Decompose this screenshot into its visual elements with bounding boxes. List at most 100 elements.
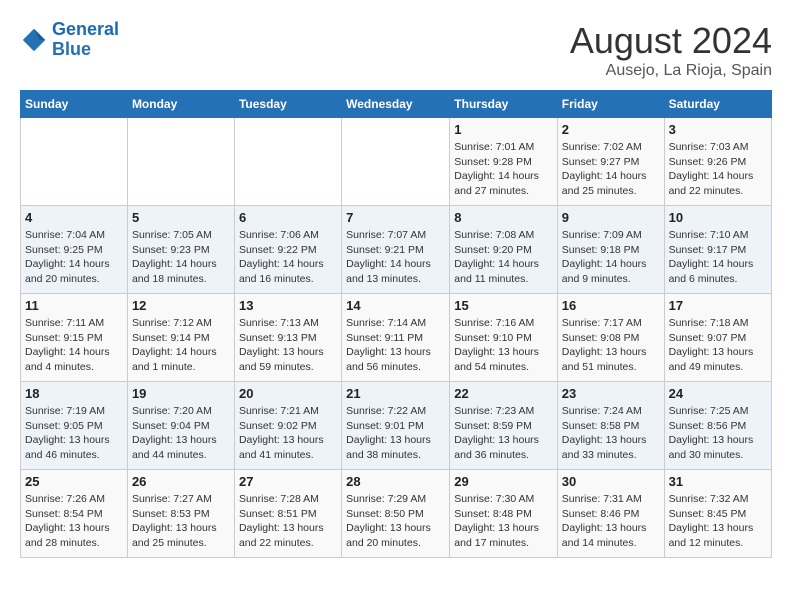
calendar-cell: 23 Sunrise: 7:24 AM Sunset: 8:58 PM Dayli…: [557, 382, 664, 470]
day-number: 28: [346, 474, 445, 489]
day-info: Sunrise: 7:10 AM Sunset: 9:17 PM Dayligh…: [669, 228, 767, 287]
day-number: 9: [562, 210, 660, 225]
weekday-header-sunday: Sunday: [21, 91, 128, 118]
weekday-header-friday: Friday: [557, 91, 664, 118]
day-number: 17: [669, 298, 767, 313]
day-info: Sunrise: 7:07 AM Sunset: 9:21 PM Dayligh…: [346, 228, 445, 287]
day-info: Sunrise: 7:08 AM Sunset: 9:20 PM Dayligh…: [454, 228, 553, 287]
day-info: Sunrise: 7:23 AM Sunset: 8:59 PM Dayligh…: [454, 404, 553, 463]
calendar-cell: [342, 118, 450, 206]
day-number: 18: [25, 386, 123, 401]
calendar-cell: 30Sunrise: 7:31 AM Sunset: 8:46 PM Dayli…: [557, 470, 664, 558]
calendar-cell: 19 Sunrise: 7:20 AM Sunset: 9:04 PM Dayli…: [127, 382, 234, 470]
day-number: 24: [669, 386, 767, 401]
day-info: Sunrise: 7:21 AM Sunset: 9:02 PM Dayligh…: [239, 404, 337, 463]
day-number: 31: [669, 474, 767, 489]
calendar-cell: [234, 118, 341, 206]
day-number: 8: [454, 210, 553, 225]
calendar-cell: 26 Sunrise: 7:27 AM Sunset: 8:53 PM Dayli…: [127, 470, 234, 558]
day-info: Sunrise: 7:14 AM Sunset: 9:11 PM Dayligh…: [346, 316, 445, 375]
day-number: 20: [239, 386, 337, 401]
day-number: 7: [346, 210, 445, 225]
calendar-cell: 7 Sunrise: 7:07 AM Sunset: 9:21 PM Daylig…: [342, 206, 450, 294]
calendar-cell: 11Sunrise: 7:11 AM Sunset: 9:15 PM Dayli…: [21, 294, 128, 382]
calendar-cell: 29 Sunrise: 7:30 AM Sunset: 8:48 PM Dayli…: [450, 470, 558, 558]
calendar-cell: 10 Sunrise: 7:10 AM Sunset: 9:17 PM Dayli…: [664, 206, 771, 294]
day-info: Sunrise: 7:29 AM Sunset: 8:50 PM Dayligh…: [346, 492, 445, 551]
day-number: 19: [132, 386, 230, 401]
day-number: 1: [454, 122, 553, 137]
day-number: 22: [454, 386, 553, 401]
day-info: Sunrise: 7:19 AM Sunset: 9:05 PM Dayligh…: [25, 404, 123, 463]
day-info: Sunrise: 7:11 AM Sunset: 9:15 PM Dayligh…: [25, 316, 123, 375]
day-info: Sunrise: 7:09 AM Sunset: 9:18 PM Dayligh…: [562, 228, 660, 287]
day-info: Sunrise: 7:01 AM Sunset: 9:28 PM Dayligh…: [454, 140, 553, 199]
calendar-cell: 8 Sunrise: 7:08 AM Sunset: 9:20 PM Daylig…: [450, 206, 558, 294]
day-number: 5: [132, 210, 230, 225]
day-info: Sunrise: 7:03 AM Sunset: 9:26 PM Dayligh…: [669, 140, 767, 199]
day-number: 12: [132, 298, 230, 313]
weekday-header-saturday: Saturday: [664, 91, 771, 118]
day-info: Sunrise: 7:13 AM Sunset: 9:13 PM Dayligh…: [239, 316, 337, 375]
calendar-cell: [21, 118, 128, 206]
day-info: Sunrise: 7:16 AM Sunset: 9:10 PM Dayligh…: [454, 316, 553, 375]
day-info: Sunrise: 7:31 AM Sunset: 8:46 PM Dayligh…: [562, 492, 660, 551]
calendar-cell: 28 Sunrise: 7:29 AM Sunset: 8:50 PM Dayli…: [342, 470, 450, 558]
calendar-cell: 2Sunrise: 7:02 AM Sunset: 9:27 PM Daylig…: [557, 118, 664, 206]
day-number: 16: [562, 298, 660, 313]
calendar-cell: 17 Sunrise: 7:18 AM Sunset: 9:07 PM Dayli…: [664, 294, 771, 382]
calendar-cell: 14 Sunrise: 7:14 AM Sunset: 9:11 PM Dayli…: [342, 294, 450, 382]
day-info: Sunrise: 7:06 AM Sunset: 9:22 PM Dayligh…: [239, 228, 337, 287]
calendar-cell: 15Sunrise: 7:16 AM Sunset: 9:10 PM Dayli…: [450, 294, 558, 382]
day-number: 29: [454, 474, 553, 489]
calendar-cell: 12 Sunrise: 7:12 AM Sunset: 9:14 PM Dayli…: [127, 294, 234, 382]
calendar-cell: 3 Sunrise: 7:03 AM Sunset: 9:26 PM Daylig…: [664, 118, 771, 206]
month-title: August 2024: [570, 20, 772, 62]
logo: General Blue: [20, 20, 119, 60]
day-info: Sunrise: 7:17 AM Sunset: 9:08 PM Dayligh…: [562, 316, 660, 375]
day-number: 23: [562, 386, 660, 401]
day-number: 10: [669, 210, 767, 225]
calendar-cell: 9 Sunrise: 7:09 AM Sunset: 9:18 PM Daylig…: [557, 206, 664, 294]
day-number: 6: [239, 210, 337, 225]
day-info: Sunrise: 7:20 AM Sunset: 9:04 PM Dayligh…: [132, 404, 230, 463]
day-info: Sunrise: 7:24 AM Sunset: 8:58 PM Dayligh…: [562, 404, 660, 463]
day-number: 4: [25, 210, 123, 225]
calendar-cell: 5 Sunrise: 7:05 AM Sunset: 9:23 PM Daylig…: [127, 206, 234, 294]
weekday-header-wednesday: Wednesday: [342, 91, 450, 118]
calendar-week-3: 11Sunrise: 7:11 AM Sunset: 9:15 PM Dayli…: [21, 294, 772, 382]
weekday-header-monday: Monday: [127, 91, 234, 118]
day-info: Sunrise: 7:05 AM Sunset: 9:23 PM Dayligh…: [132, 228, 230, 287]
calendar-cell: 20 Sunrise: 7:21 AM Sunset: 9:02 PM Dayli…: [234, 382, 341, 470]
day-number: 14: [346, 298, 445, 313]
calendar-cell: 27Sunrise: 7:28 AM Sunset: 8:51 PM Dayli…: [234, 470, 341, 558]
day-number: 26: [132, 474, 230, 489]
logo-icon: [20, 26, 48, 54]
calendar-cell: [127, 118, 234, 206]
day-info: Sunrise: 7:30 AM Sunset: 8:48 PM Dayligh…: [454, 492, 553, 551]
calendar-cell: 13 Sunrise: 7:13 AM Sunset: 9:13 PM Dayli…: [234, 294, 341, 382]
day-info: Sunrise: 7:02 AM Sunset: 9:27 PM Dayligh…: [562, 140, 660, 199]
day-info: Sunrise: 7:12 AM Sunset: 9:14 PM Dayligh…: [132, 316, 230, 375]
calendar-cell: 22 Sunrise: 7:23 AM Sunset: 8:59 PM Dayli…: [450, 382, 558, 470]
weekday-header-tuesday: Tuesday: [234, 91, 341, 118]
calendar-cell: 24 Sunrise: 7:25 AM Sunset: 8:56 PM Dayli…: [664, 382, 771, 470]
day-number: 13: [239, 298, 337, 313]
day-number: 3: [669, 122, 767, 137]
day-number: 25: [25, 474, 123, 489]
day-info: Sunrise: 7:18 AM Sunset: 9:07 PM Dayligh…: [669, 316, 767, 375]
calendar-cell: 16 Sunrise: 7:17 AM Sunset: 9:08 PM Dayli…: [557, 294, 664, 382]
calendar-cell: 4 Sunrise: 7:04 AM Sunset: 9:25 PM Daylig…: [21, 206, 128, 294]
calendar-week-2: 4 Sunrise: 7:04 AM Sunset: 9:25 PM Daylig…: [21, 206, 772, 294]
calendar-cell: 21Sunrise: 7:22 AM Sunset: 9:01 PM Dayli…: [342, 382, 450, 470]
calendar-table: SundayMondayTuesdayWednesdayThursdayFrid…: [20, 90, 772, 558]
day-info: Sunrise: 7:27 AM Sunset: 8:53 PM Dayligh…: [132, 492, 230, 551]
day-info: Sunrise: 7:25 AM Sunset: 8:56 PM Dayligh…: [669, 404, 767, 463]
day-info: Sunrise: 7:28 AM Sunset: 8:51 PM Dayligh…: [239, 492, 337, 551]
calendar-week-5: 25Sunrise: 7:26 AM Sunset: 8:54 PM Dayli…: [21, 470, 772, 558]
weekday-header-thursday: Thursday: [450, 91, 558, 118]
calendar-cell: 18 Sunrise: 7:19 AM Sunset: 9:05 PM Dayli…: [21, 382, 128, 470]
day-info: Sunrise: 7:04 AM Sunset: 9:25 PM Dayligh…: [25, 228, 123, 287]
calendar-week-1: 1 Sunrise: 7:01 AM Sunset: 9:28 PM Daylig…: [21, 118, 772, 206]
calendar-cell: 25Sunrise: 7:26 AM Sunset: 8:54 PM Dayli…: [21, 470, 128, 558]
